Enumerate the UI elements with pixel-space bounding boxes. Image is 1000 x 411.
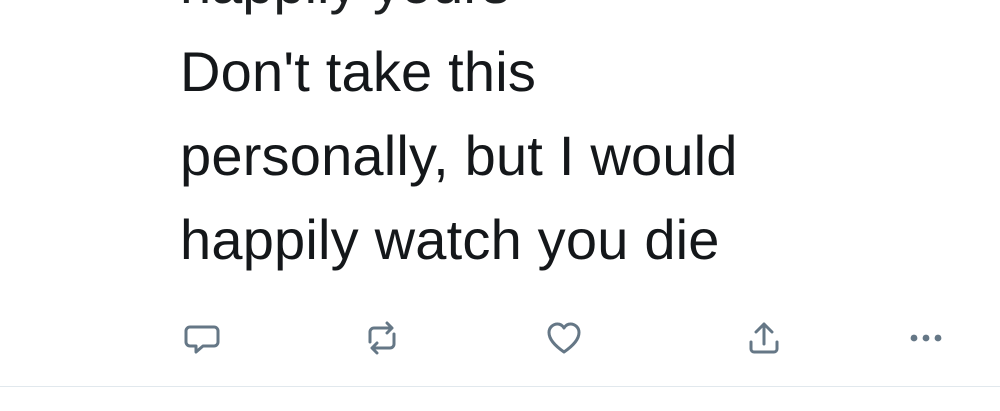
heart-icon — [547, 322, 581, 354]
divider — [0, 386, 1000, 387]
tweet-line-2: personally, but I would — [180, 124, 738, 187]
share-button[interactable] — [742, 318, 786, 358]
tweet-line-3: happily watch you die — [180, 208, 720, 271]
retweet-icon — [368, 321, 396, 355]
reply-icon — [184, 325, 220, 354]
tweet-line-1: Don't take this — [180, 40, 537, 103]
like-button[interactable] — [542, 318, 586, 358]
more-button[interactable] — [904, 318, 948, 358]
more-icon — [910, 334, 942, 342]
previous-text-line: happily yours — [180, 0, 510, 16]
reply-button[interactable] — [180, 318, 224, 358]
tweet-text: Don't take this personally, but I would … — [180, 30, 940, 282]
tweet-actions-bar — [180, 318, 950, 358]
retweet-button[interactable] — [360, 318, 404, 358]
share-icon — [749, 322, 779, 354]
